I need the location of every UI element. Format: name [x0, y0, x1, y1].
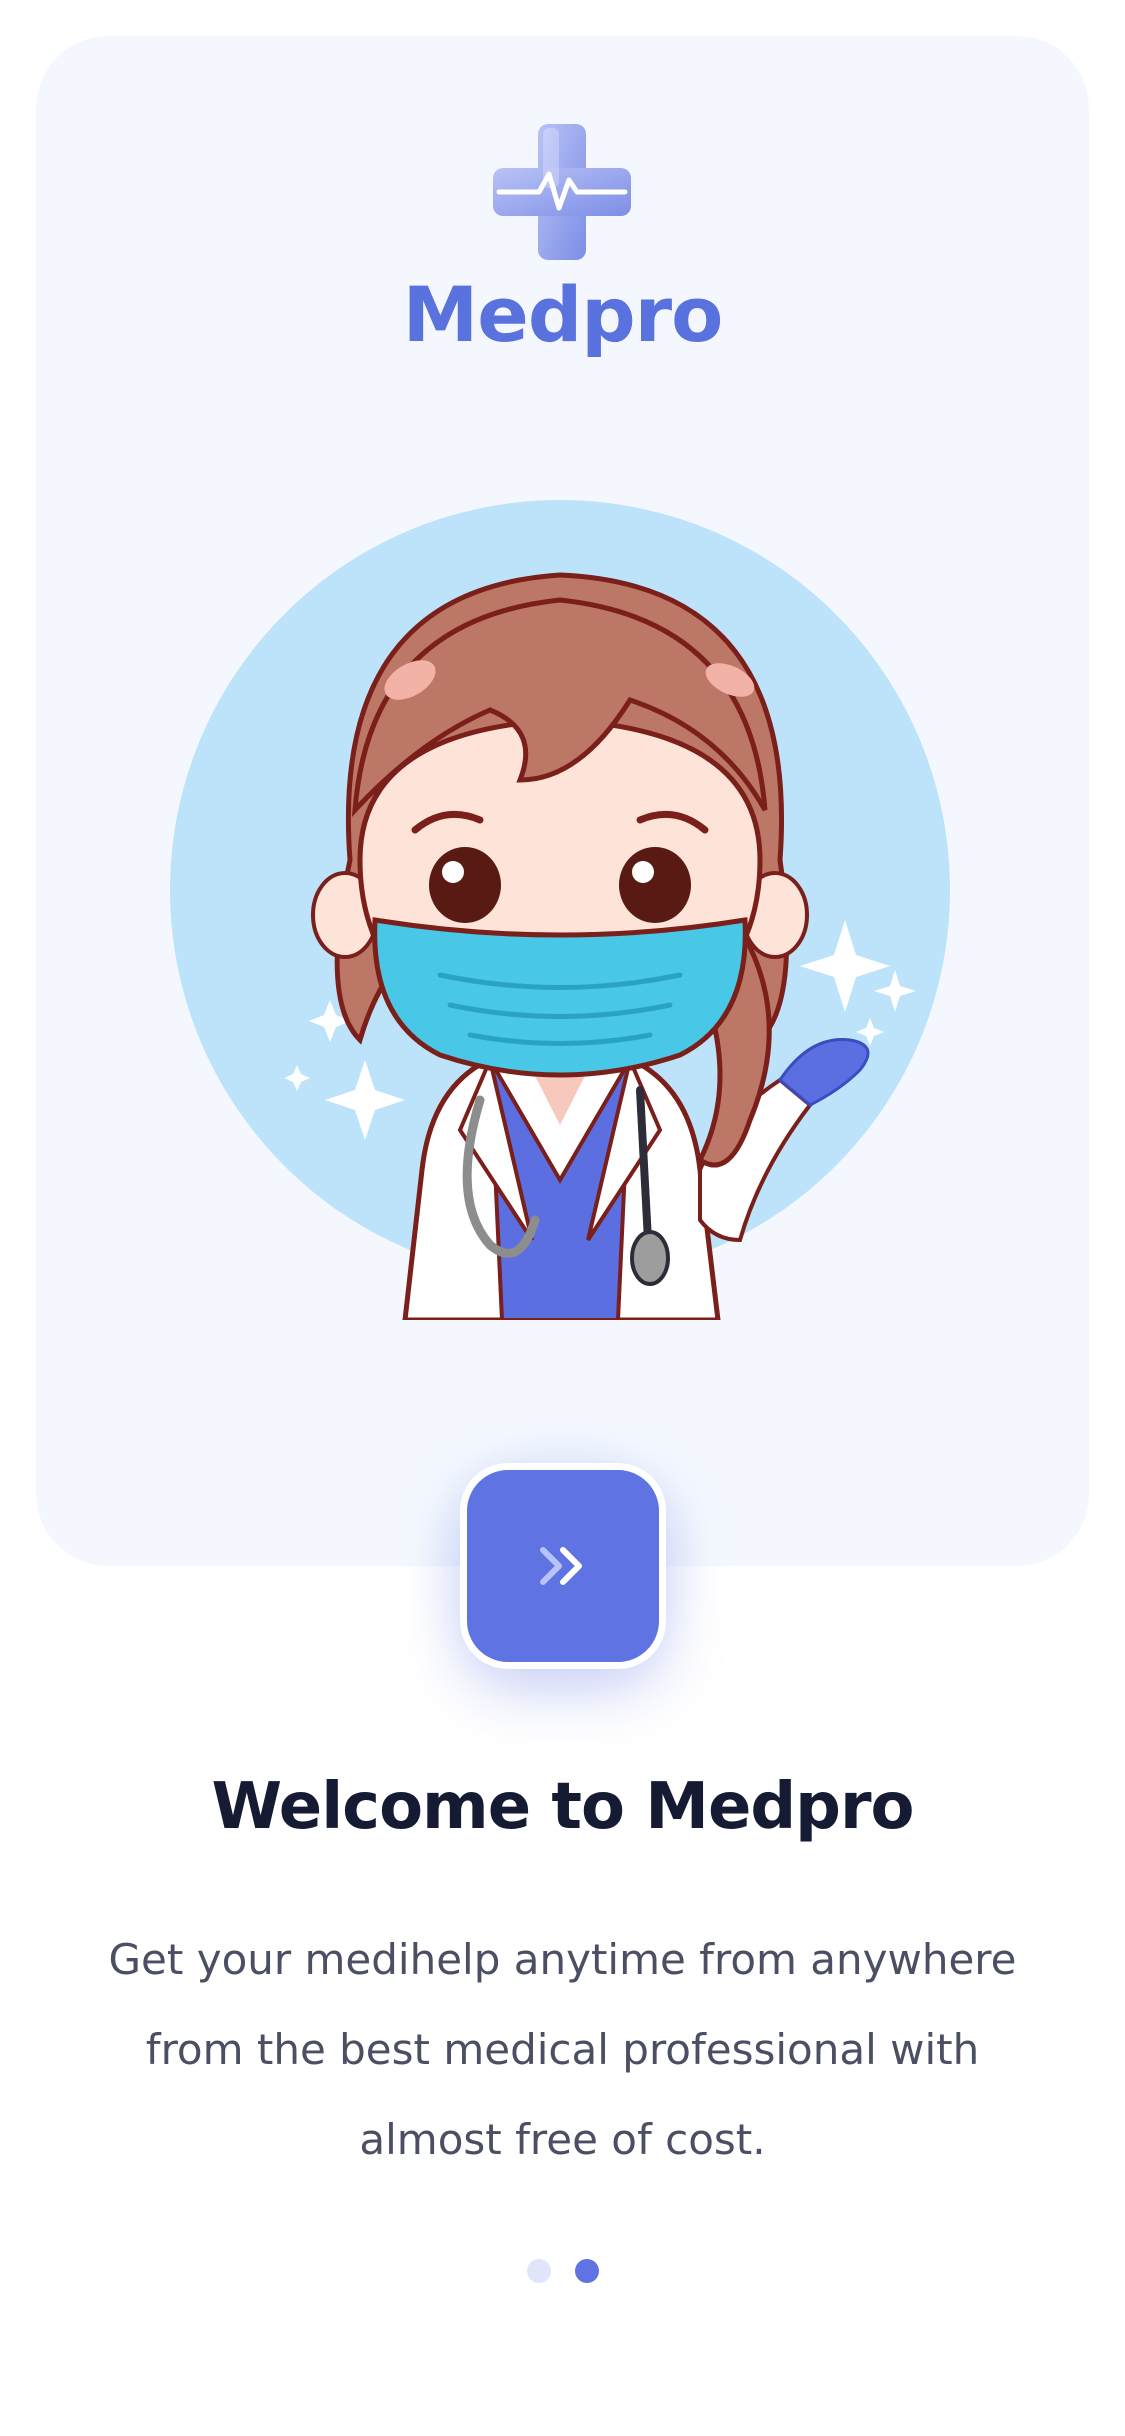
- brand-name: Medpro: [402, 270, 724, 359]
- welcome-description: Get your medihelp anytime from anywhere …: [108, 1935, 1017, 2164]
- double-chevron-right-icon: [540, 1547, 582, 1585]
- page-dot-2-active[interactable]: [574, 2259, 599, 2283]
- next-button[interactable]: [460, 1463, 666, 1669]
- doctor-illustration: [170, 500, 950, 1320]
- page-dot-1[interactable]: [526, 2259, 551, 2283]
- medical-cross-logo-icon: [493, 124, 631, 260]
- pagination-dots: [0, 2259, 1125, 2283]
- welcome-heading: Welcome to Medpro: [211, 1770, 914, 1844]
